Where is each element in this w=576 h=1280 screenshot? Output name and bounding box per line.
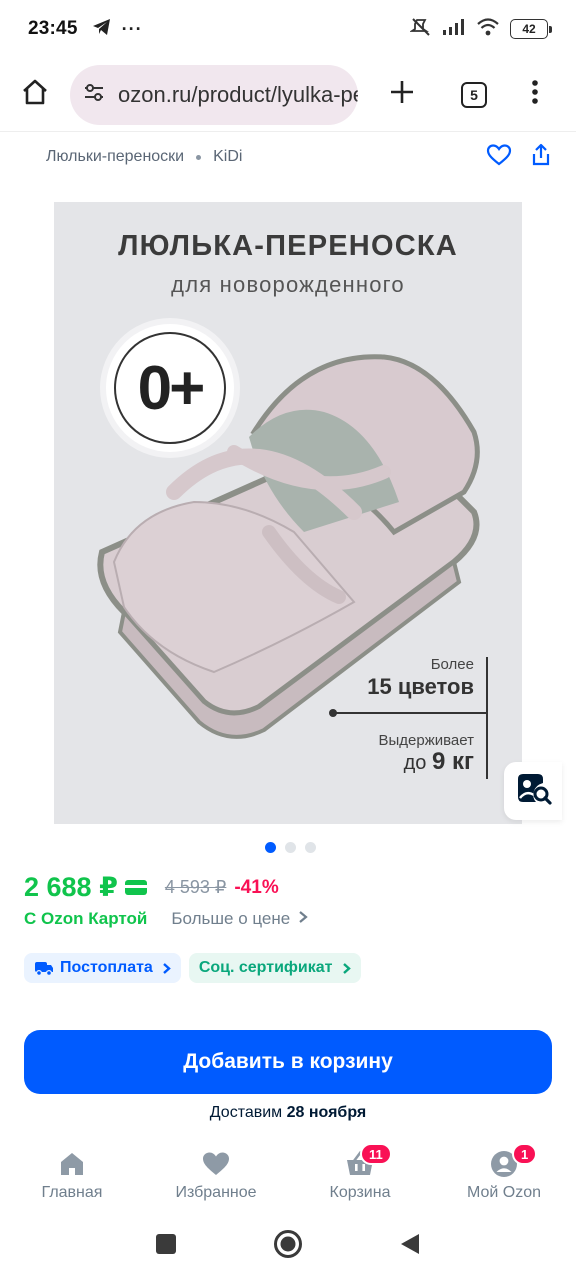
image-search-button[interactable] <box>504 762 562 820</box>
home-icon <box>58 1150 86 1178</box>
chevron-right-icon <box>162 962 171 975</box>
payment-chips: Постоплата Соц. сертификат <box>24 953 361 983</box>
visual-search-icon <box>514 771 552 812</box>
feature-colors-label: Более <box>430 656 474 673</box>
breadcrumb: Люльки-переноски KiDi <box>0 140 576 174</box>
social-certificate-chip[interactable]: Соц. сертификат <box>188 953 361 983</box>
tab-favorites[interactable]: Избранное <box>144 1140 288 1210</box>
heart-icon <box>201 1150 231 1178</box>
delivery-date: 28 ноября <box>286 1104 367 1121</box>
feature-weight-label: Выдерживает <box>378 732 475 749</box>
browser-home-button[interactable] <box>0 60 70 130</box>
feature-colors-value: 15 цветов <box>367 674 474 699</box>
site-settings-icon[interactable] <box>82 80 106 109</box>
carousel-dot[interactable] <box>304 842 316 853</box>
cart-count-badge: 11 <box>360 1143 392 1165</box>
url-text: ozon.ru/product/lyulka-pere <box>118 81 358 107</box>
chevron-right-icon <box>342 962 351 975</box>
tab-label: Избранное <box>175 1184 257 1201</box>
tab-label: Главная <box>41 1184 103 1201</box>
feature-vertical-line <box>486 657 488 779</box>
ozon-card-icon <box>124 880 147 895</box>
recents-square-icon[interactable] <box>155 1233 177 1260</box>
kebab-menu-icon <box>531 79 539 110</box>
new-tab-button[interactable] <box>366 60 438 130</box>
add-to-cart-button[interactable]: Добавить в корзину <box>24 1030 552 1094</box>
carousel-dot[interactable] <box>284 842 296 853</box>
tab-label: Мой Ozon <box>466 1184 542 1201</box>
telegram-icon <box>92 18 112 41</box>
price-old: 4 593 ₽ <box>164 877 227 897</box>
feature-weight-value: до 9 кг <box>403 748 474 775</box>
postpay-chip[interactable]: Постоплата <box>24 953 181 983</box>
truck-card-icon <box>34 960 54 976</box>
share-icon[interactable] <box>530 143 552 172</box>
mute-icon <box>409 16 432 43</box>
plus-icon <box>389 79 415 110</box>
carousel-dot[interactable] <box>264 842 276 853</box>
signal-icon <box>442 18 466 41</box>
price-current: 2 688 ₽ <box>24 872 118 902</box>
ozon-card-label: С Ozon Картой <box>24 909 148 928</box>
battery-indicator: 42 <box>510 19 552 39</box>
price-info-row: С Ozon Картой Больше о цене <box>24 909 308 929</box>
tab-label: Корзина <box>329 1184 391 1201</box>
favorite-heart-icon[interactable] <box>486 143 512 172</box>
status-bar: 23:45 ··· 42 <box>0 0 576 58</box>
status-time: 23:45 <box>28 18 78 39</box>
profile-badge: 1 <box>512 1143 538 1165</box>
tab-my-ozon[interactable]: Мой Ozon 1 <box>432 1140 576 1210</box>
browser-toolbar: ozon.ru/product/lyulka-pere 5 <box>0 58 576 132</box>
home-outline-icon <box>20 77 50 112</box>
breadcrumb-category[interactable]: Люльки-переноски <box>46 148 184 166</box>
more-about-price-link[interactable]: Больше о цене <box>171 909 290 929</box>
carrycot-illustration <box>97 354 480 739</box>
price-row: 2 688 ₽ 4 593 ₽ -41% <box>24 872 279 903</box>
tab-home[interactable]: Главная <box>0 1140 144 1210</box>
overflow-dots: ··· <box>121 18 143 39</box>
home-circle-icon[interactable] <box>273 1229 303 1264</box>
feature-divider <box>329 709 488 717</box>
browser-menu-button[interactable] <box>510 60 560 130</box>
tab-cart[interactable]: Корзина 11 <box>288 1140 432 1210</box>
carousel-dots <box>0 842 576 853</box>
back-triangle-icon[interactable] <box>399 1232 421 1261</box>
postpay-label: Постоплата <box>60 959 153 976</box>
discount-percent: -41% <box>234 876 279 898</box>
chevron-right-icon <box>298 910 308 929</box>
breadcrumb-separator <box>196 154 202 160</box>
tab-count: 5 <box>461 81 487 108</box>
address-bar[interactable]: ozon.ru/product/lyulka-pere <box>70 64 358 125</box>
product-image[interactable]: ЛЮЛЬКА-ПЕРЕНОСКА для новорожденного 0+ Б… <box>54 202 522 824</box>
breadcrumb-brand[interactable]: KiDi <box>213 148 242 166</box>
delivery-info: Доставим 28 ноября <box>209 1104 367 1121</box>
tabs-button[interactable]: 5 <box>438 60 510 130</box>
android-navigation-bar <box>0 1212 576 1280</box>
social-certificate-label: Соц. сертификат <box>198 959 333 976</box>
wifi-icon <box>476 17 500 42</box>
bottom-tab-bar: Главная Избранное Корзина 11 Мой Ozon 1 <box>0 1140 576 1210</box>
